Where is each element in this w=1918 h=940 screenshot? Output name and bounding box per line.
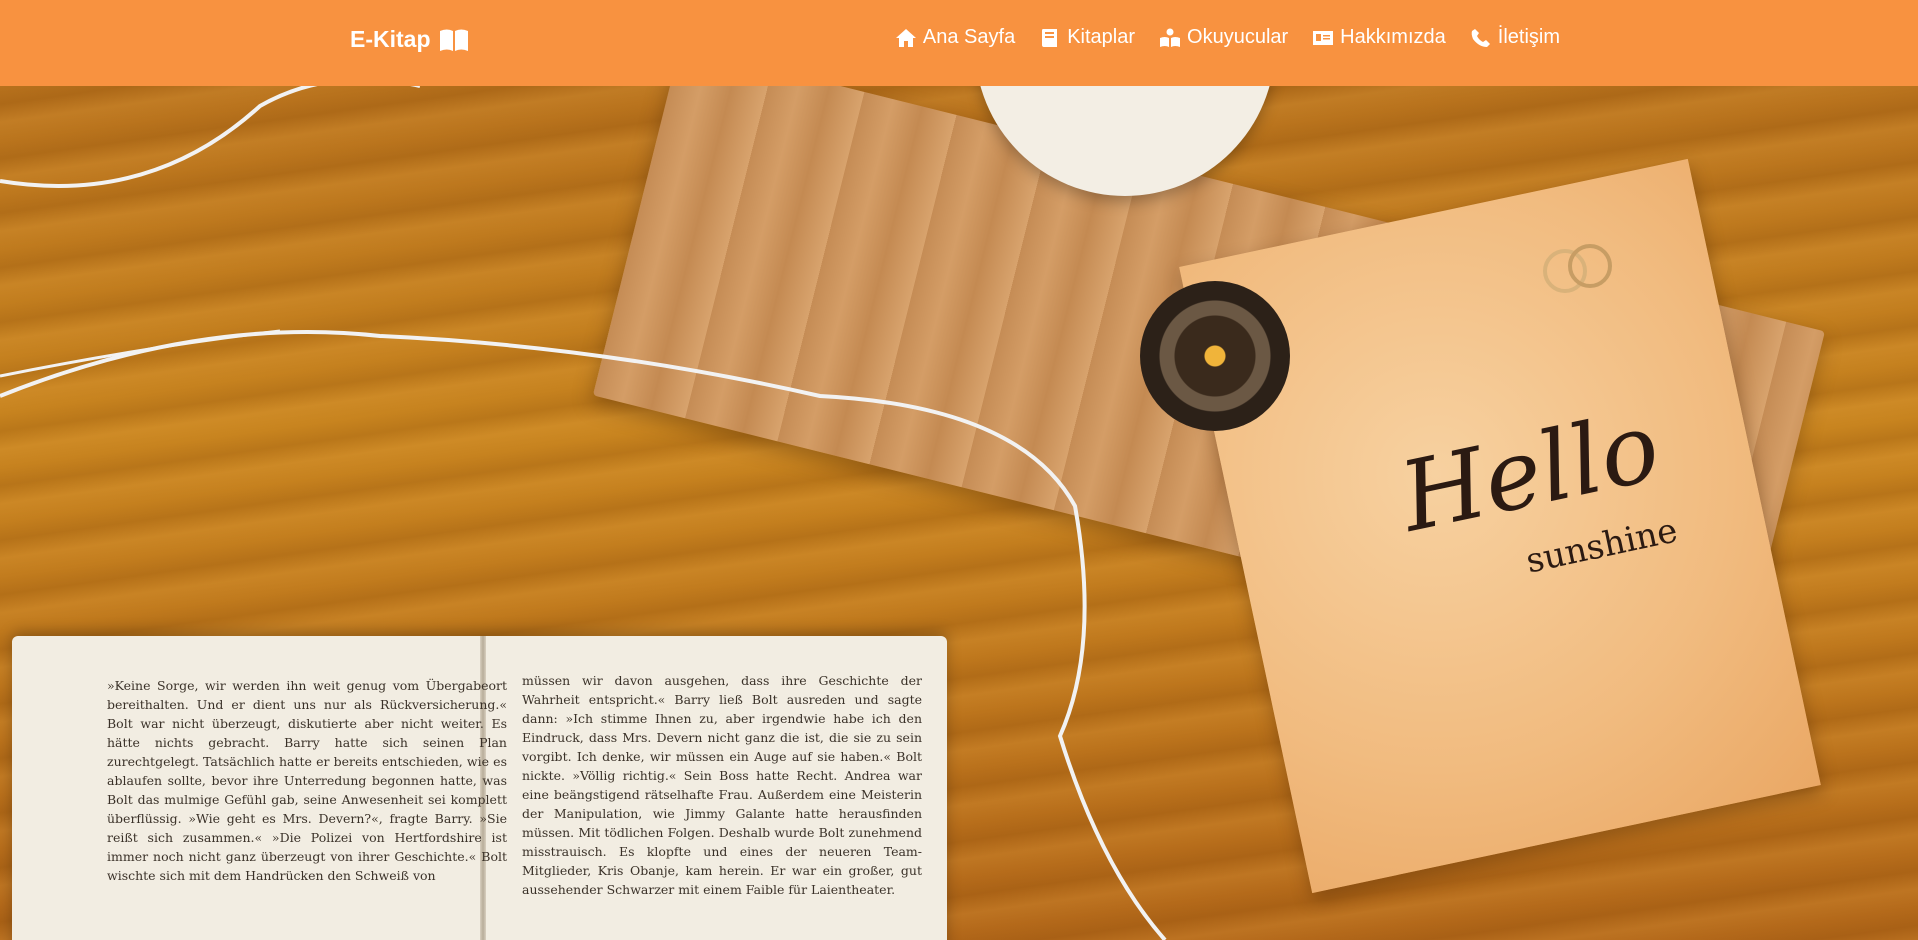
nav-links: Ana Sayfa Kitaplar Okuyucular Hakkımızda… <box>895 26 1560 49</box>
top-navbar: E-Kitap Ana Sayfa Kitaplar Okuyucular Ha… <box>0 0 1918 86</box>
brand-link[interactable]: E-Kitap <box>350 26 469 53</box>
nav-label-about: Hakkımızda <box>1340 26 1446 48</box>
nav-item-contact[interactable]: İletişim <box>1470 26 1560 49</box>
book-left-page: »Keine Sorge, wir werden ihn weit genug … <box>107 678 507 883</box>
nav-label-home: Ana Sayfa <box>922 26 1016 48</box>
nav-label-readers: Okuyucular <box>1187 26 1289 48</box>
nav-label-contact: İletişim <box>1497 26 1560 48</box>
open-book-icon <box>439 29 468 51</box>
book-right-page: müssen wir davon ausgehen, dass ihre Ges… <box>522 673 922 897</box>
phone-icon <box>1471 28 1490 47</box>
id-card-icon <box>1313 30 1334 45</box>
hero-image: Hello sunshine »Keine Sorge, wir werden … <box>0 86 1918 940</box>
open-book: »Keine Sorge, wir werden ihn weit genug … <box>12 636 947 940</box>
nav-item-readers[interactable]: Okuyucular <box>1159 26 1288 49</box>
brand-name: E-Kitap <box>350 26 431 52</box>
nav-item-about[interactable]: Hakkımızda <box>1312 26 1446 49</box>
nav-item-books[interactable]: Kitaplar <box>1039 26 1135 49</box>
book-icon <box>1042 28 1058 47</box>
nav-item-home[interactable]: Ana Sayfa <box>895 26 1015 49</box>
nav-label-books: Kitaplar <box>1067 26 1136 48</box>
reader-icon <box>1160 28 1181 47</box>
home-icon <box>895 28 916 47</box>
